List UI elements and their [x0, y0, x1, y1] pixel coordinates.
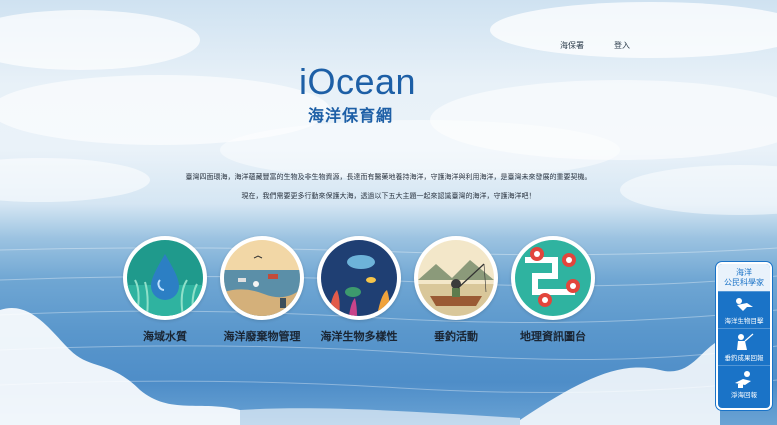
cleanup-diver-icon [735, 371, 751, 388]
beach-cleanup-report-button[interactable]: 淨海回報 [718, 365, 770, 402]
topic-label: 海洋生物多樣性 [320, 330, 398, 343]
topic-list: 海域水質 海洋廢棄物管理 海洋生物多樣性 垂釣活動 地理資訊圖台 [120, 236, 600, 346]
citizen-science-panel: 海洋 公民科學家 海洋生物目擊 垂釣成果回報 淨海回報 [716, 262, 772, 410]
topic-label: 海洋廢棄物管理 [223, 330, 301, 343]
site-logo[interactable]: iOcean 海洋保育網 [290, 64, 425, 126]
nav-link-login[interactable]: 登入 [614, 40, 630, 51]
map-pin-icon [511, 236, 595, 320]
panel-header: 海洋 公民科學家 [718, 264, 770, 291]
logo-english: iOcean [298, 61, 417, 102]
intro-line-2: 現在，我們需要更多行動來保護大海，透過以下五大主題一起來認識臺灣的海洋，守護海洋… [241, 192, 536, 200]
marine-sighting-button[interactable]: 海洋生物目擊 [718, 291, 770, 328]
fishing-report-button[interactable]: 垂釣成果回報 [718, 328, 770, 365]
topic-marine-debris[interactable]: 海洋廢棄物管理 [217, 236, 307, 344]
topic-label: 地理資訊圖台 [520, 330, 586, 343]
panel-item-label: 淨海回報 [731, 391, 757, 399]
panel-item-label: 海洋生物目擊 [724, 317, 764, 325]
panel-title-line2: 公民科學家 [724, 278, 764, 287]
top-nav: 海保署 登入 [560, 40, 630, 51]
diver-icon [736, 298, 753, 311]
topic-water-quality[interactable]: 海域水質 [120, 236, 210, 344]
panel-item-label: 垂釣成果回報 [724, 354, 764, 362]
topic-label: 垂釣活動 [434, 330, 478, 343]
marine-debris-icon [220, 236, 304, 320]
water-drop-icon [123, 236, 207, 320]
marine-biodiversity-icon [317, 236, 401, 320]
angler-icon [737, 333, 754, 350]
topic-label: 海域水質 [143, 330, 187, 343]
logo-chinese: 海洋保育網 [308, 106, 394, 125]
intro-line-1: 臺灣四面環海，海洋蘊藏豐富的生物及非生物資源，長達而有醫藥地養持海洋，守護海洋與… [185, 173, 592, 181]
nav-link-agency[interactable]: 海保署 [560, 40, 584, 51]
topic-marine-biodiversity[interactable]: 海洋生物多樣性 [314, 236, 404, 344]
panel-title-line1: 海洋 [736, 268, 752, 277]
topic-geographic-map[interactable]: 地理資訊圖台 [508, 236, 598, 344]
topic-fishing[interactable]: 垂釣活動 [411, 236, 501, 344]
fishing-icon [414, 236, 498, 320]
